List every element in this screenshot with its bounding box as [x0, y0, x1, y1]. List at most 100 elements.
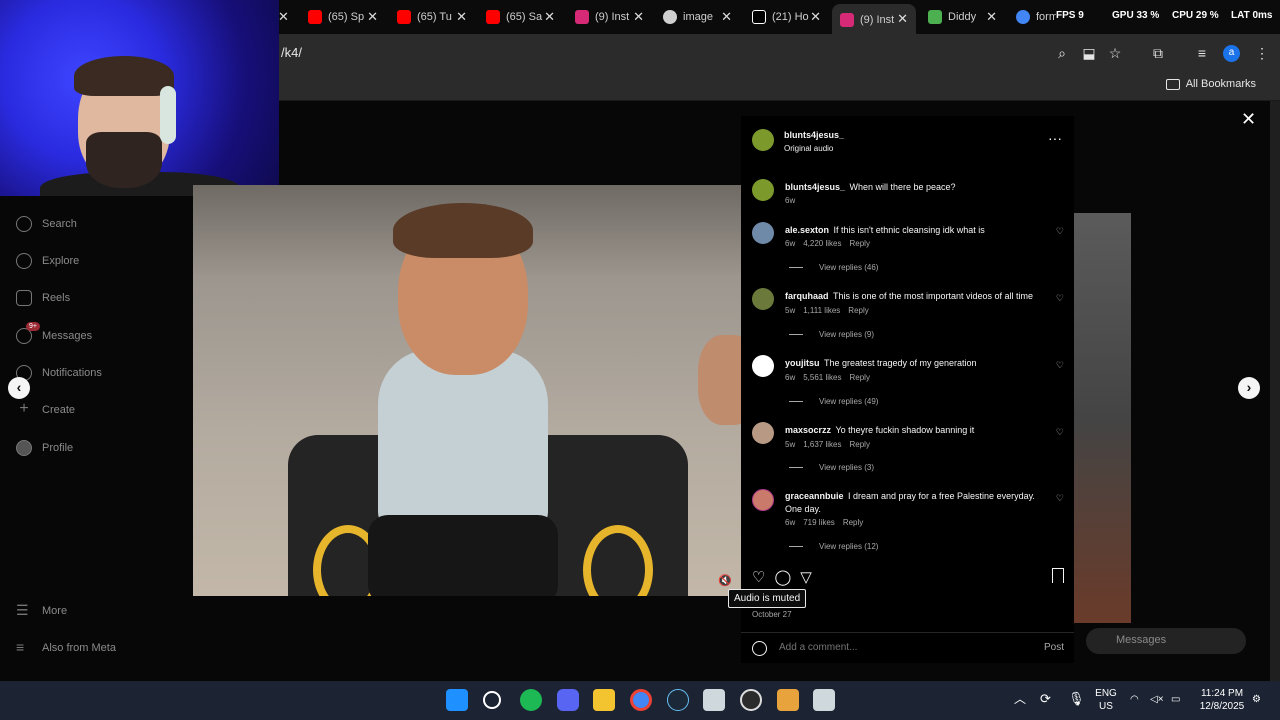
browser-tab-active[interactable]: (9) Inst ✕ — [832, 4, 916, 34]
comment-avatar[interactable] — [752, 355, 774, 377]
app-icon[interactable] — [813, 689, 835, 711]
profile-avatar[interactable]: a — [1223, 45, 1240, 62]
sidebar-item-create[interactable]: + Create — [16, 401, 75, 418]
view-replies[interactable]: View replies (9) — [789, 330, 874, 339]
like-comment-icon[interactable]: ♡ — [1056, 360, 1064, 371]
volume-muted-icon[interactable]: ◁× — [1150, 693, 1164, 706]
search-icon[interactable] — [483, 691, 501, 709]
more-options-icon[interactable]: ··· — [1048, 130, 1062, 146]
close-icon[interactable]: ✕ — [367, 9, 378, 25]
chevron-up-icon[interactable]: ︿ — [1014, 693, 1026, 706]
close-icon[interactable]: ✕ — [1241, 109, 1256, 130]
close-icon[interactable]: ✕ — [633, 9, 644, 25]
comment-username[interactable]: graceannbuie — [785, 491, 844, 501]
sync-icon[interactable]: ⟳ — [1040, 692, 1051, 705]
view-replies[interactable]: View replies (46) — [789, 263, 878, 272]
windows-start-icon[interactable] — [446, 689, 468, 711]
post-comment-button[interactable]: Post — [1044, 642, 1064, 653]
comment-avatar[interactable] — [752, 489, 774, 511]
browser-tab[interactable]: Diddy ✕ — [928, 6, 997, 28]
like-comment-icon[interactable]: ♡ — [1056, 293, 1064, 304]
close-icon[interactable]: ✕ — [810, 9, 821, 25]
comment-username[interactable]: farquhaad — [785, 291, 829, 301]
all-bookmarks-button[interactable]: All Bookmarks — [1165, 78, 1256, 90]
zoom-icon[interactable]: ⌕ — [1054, 45, 1070, 61]
reply-button[interactable]: Reply — [849, 440, 869, 449]
browser-tab[interactable]: (65) Tu ✕ — [397, 6, 467, 28]
comment-username[interactable]: youjitsu — [785, 358, 820, 368]
url-field[interactable]: /k4/ — [281, 45, 302, 60]
browser-tab[interactable]: (21) Ho ✕ — [752, 6, 821, 28]
reply-button[interactable]: Reply — [848, 306, 868, 315]
close-icon[interactable]: ✕ — [278, 9, 289, 25]
reply-button[interactable]: Reply — [849, 373, 869, 382]
app-icon[interactable] — [703, 689, 725, 711]
comment-input[interactable] — [779, 642, 1009, 653]
reply-button[interactable]: Reply — [843, 518, 863, 527]
close-icon[interactable]: ✕ — [456, 9, 467, 25]
next-post-arrow[interactable]: › — [1238, 377, 1260, 399]
star-icon[interactable]: ☆ — [1107, 45, 1123, 61]
emoji-icon[interactable] — [752, 641, 767, 656]
sidebar-item-explore[interactable]: Explore — [16, 253, 79, 269]
comment-avatar[interactable] — [752, 222, 774, 244]
battery-icon[interactable]: ▭ — [1171, 693, 1180, 706]
discord-icon[interactable] — [557, 689, 579, 711]
like-comment-icon[interactable]: ♡ — [1056, 493, 1064, 504]
browser-tab[interactable]: (9) Inst ✕ — [575, 6, 644, 28]
like-comment-icon[interactable]: ♡ — [1056, 427, 1064, 438]
sidebar-item-search[interactable]: Search — [16, 216, 77, 232]
like-icon[interactable]: ♡ — [752, 568, 765, 586]
comment-username[interactable]: maxsocrzz — [785, 425, 831, 435]
page-scrollbar[interactable] — [1270, 101, 1280, 681]
view-replies[interactable]: View replies (12) — [789, 542, 878, 551]
language-indicator[interactable]: ENG US — [1094, 687, 1118, 713]
menu-dots-icon[interactable]: ⋮ — [1254, 45, 1270, 61]
comment-likes[interactable]: 4,220 likes — [803, 239, 841, 248]
clock[interactable]: 11:24 PM 12/8/2025 — [1196, 687, 1248, 713]
comment-username[interactable]: ale.sexton — [785, 225, 829, 235]
comment-likes[interactable]: 5,561 likes — [803, 373, 841, 382]
sidebar-item-messages[interactable]: 9+ Messages — [16, 322, 92, 344]
close-icon[interactable]: ✕ — [721, 9, 732, 25]
reel-video[interactable] — [193, 185, 741, 596]
sidebar-item-notifications[interactable]: Notifications — [16, 365, 102, 381]
comment-avatar[interactable] — [752, 422, 774, 444]
obs-icon[interactable] — [740, 689, 762, 711]
comment-likes[interactable]: 1,637 likes — [803, 440, 841, 449]
chrome-icon[interactable] — [630, 689, 652, 711]
close-icon[interactable]: ✕ — [544, 9, 555, 25]
sidebar-item-more[interactable]: ☰ More — [16, 603, 67, 619]
comment-avatar[interactable] — [752, 288, 774, 310]
spotify-icon[interactable] — [520, 689, 542, 711]
sidebar-item-meta[interactable]: ≡ Also from Meta — [16, 640, 116, 656]
wifi-icon[interactable]: ◠ — [1130, 693, 1139, 706]
author-avatar[interactable] — [752, 129, 774, 151]
sidebar-item-profile[interactable]: Profile — [16, 440, 73, 456]
close-icon[interactable]: ✕ — [986, 9, 997, 25]
microphone-icon[interactable]: 🎙 — [1068, 692, 1085, 705]
view-replies[interactable]: View replies (3) — [789, 463, 874, 472]
caption-username[interactable]: blunts4jesus_ — [785, 182, 845, 192]
mute-icon[interactable]: 🔇 — [718, 574, 732, 587]
reply-button[interactable]: Reply — [849, 239, 869, 248]
browser-tab[interactable]: image ✕ — [663, 6, 732, 28]
notification-icon[interactable]: ⚙ — [1252, 693, 1261, 706]
browser-tab[interactable]: form — [1016, 6, 1056, 28]
previous-post-arrow[interactable]: ‹ — [8, 377, 30, 399]
author-username[interactable]: blunts4jesus_ — [784, 129, 844, 142]
caption-avatar[interactable] — [752, 179, 774, 201]
comment-icon[interactable]: ◯ — [774, 568, 791, 586]
file-explorer-icon[interactable] — [593, 689, 615, 711]
app-icon[interactable] — [777, 689, 799, 711]
steam-icon[interactable] — [667, 689, 689, 711]
save-icon[interactable] — [1052, 568, 1064, 583]
extensions-icon[interactable]: ⧉ — [1150, 45, 1166, 61]
like-comment-icon[interactable]: ♡ — [1056, 226, 1064, 237]
browser-tab[interactable]: (65) Sa ✕ — [486, 6, 555, 28]
messages-pill[interactable]: Messages — [1086, 628, 1246, 654]
comment-likes[interactable]: 1,111 likes — [803, 306, 840, 315]
sidebar-item-reels[interactable]: Reels — [16, 290, 70, 306]
close-icon[interactable]: ✕ — [897, 11, 908, 27]
share-icon[interactable]: ▽ — [800, 568, 812, 586]
